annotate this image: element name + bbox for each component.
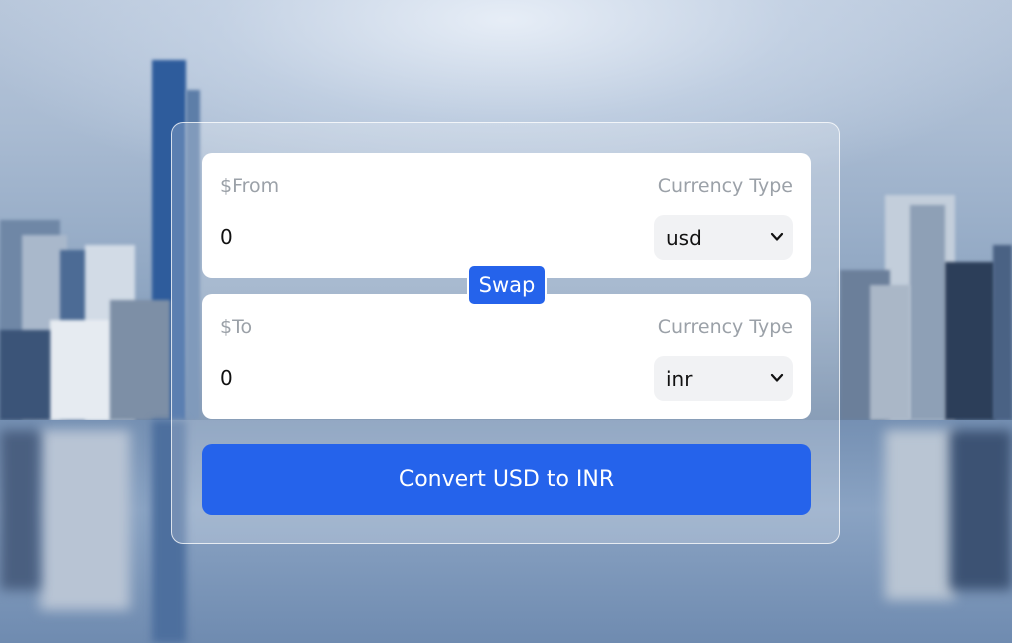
building	[110, 300, 170, 420]
from-label: $From	[220, 175, 280, 197]
building	[945, 262, 995, 420]
to-currency-type-label: Currency Type	[657, 316, 793, 338]
from-currency-value: usd	[666, 226, 702, 250]
from-amount-input[interactable]	[220, 225, 520, 249]
to-amount-input[interactable]	[220, 366, 520, 390]
building	[0, 330, 50, 420]
from-currency-type-label: Currency Type	[657, 175, 793, 197]
to-section: $To Currency Type inr	[202, 294, 811, 419]
to-currency-value: inr	[666, 367, 693, 391]
building	[870, 285, 910, 420]
reflection	[885, 430, 955, 600]
building	[910, 205, 945, 420]
chevron-down-icon	[770, 373, 784, 382]
to-currency-select[interactable]: inr	[654, 356, 793, 401]
chevron-down-icon	[770, 232, 784, 241]
building	[50, 320, 110, 420]
reflection	[40, 430, 130, 610]
from-section: $From Currency Type usd	[202, 153, 811, 278]
building	[993, 245, 1012, 420]
from-currency-select[interactable]: usd	[654, 215, 793, 260]
reflection	[0, 430, 40, 590]
reflection	[950, 430, 1012, 590]
swap-button[interactable]: Swap	[467, 264, 547, 306]
convert-button[interactable]: Convert USD to INR	[202, 444, 811, 515]
to-label: $To	[220, 316, 253, 338]
converter-card: $From Currency Type usd $To Currency Typ…	[171, 122, 840, 544]
